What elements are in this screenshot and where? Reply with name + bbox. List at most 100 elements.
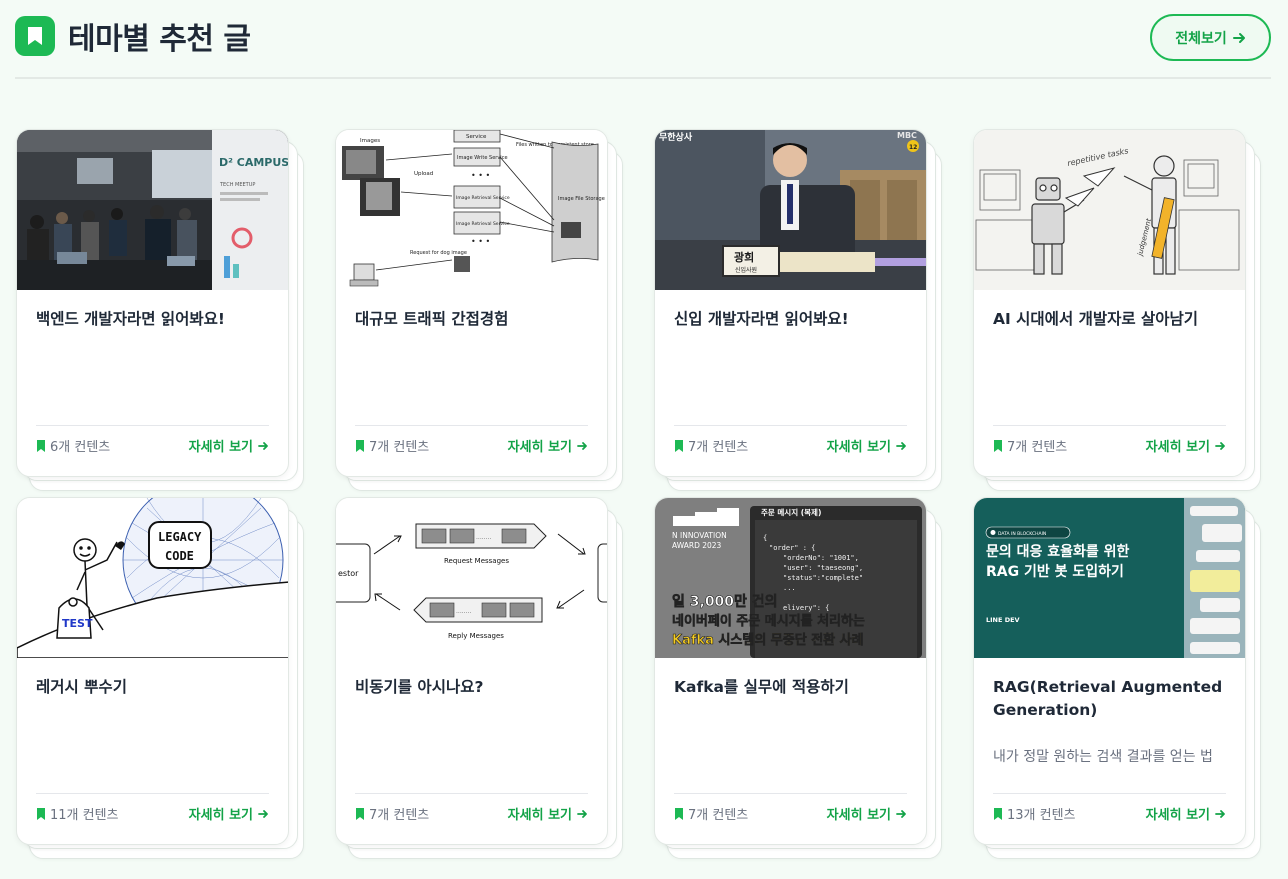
- card-thumbnail: DATA IN BLOCKCHAIN 문의 대응 효율화를 위한 RAG 기반 …: [974, 498, 1245, 658]
- content-count: 7개 컨텐츠: [355, 804, 429, 823]
- thumb-brand: D² CAMPUS: [219, 156, 289, 169]
- section-header: 테마별 추천 글 전체보기: [15, 0, 1271, 79]
- detail-link[interactable]: 자세히 보기: [827, 436, 907, 455]
- content-count-label: 6개 컨텐츠: [50, 440, 111, 455]
- theme-card[interactable]: DATA IN BLOCKCHAIN 문의 대응 효율화를 위한 RAG 기반 …: [973, 497, 1273, 867]
- card-body[interactable]: 주문 메시지 (복제) { "order" : { "orderNo": "10…: [654, 497, 927, 845]
- card-title: 비동기를 아시나요?: [355, 678, 484, 696]
- thumb-name: 광희: [734, 250, 754, 264]
- bookmark-icon: [994, 439, 1002, 452]
- content-count: 7개 컨텐츠: [993, 436, 1067, 455]
- bookmark-icon: [675, 439, 683, 452]
- detail-link[interactable]: 자세히 보기: [508, 804, 588, 823]
- detail-link[interactable]: 자세히 보기: [189, 804, 269, 823]
- arrow-right-icon: [258, 809, 268, 818]
- content-count-label: 7개 컨텐츠: [369, 808, 430, 823]
- card-title: 대규모 트래픽 간접경험: [355, 310, 509, 328]
- card-thumbnail: LEGACY CODE TEST: [17, 498, 288, 658]
- arrow-right-icon: [258, 441, 268, 450]
- theme-card[interactable]: 광희 신입사원 무한상사 MBC 12 신입 개발자라면 읽어봐요! 7개 컨텐…: [654, 129, 954, 499]
- content-count-label: 7개 컨텐츠: [688, 440, 749, 455]
- content-count-label: 11개 컨텐츠: [50, 808, 119, 823]
- thumb-logo: MBC: [897, 131, 917, 140]
- theme-card[interactable]: LEGACY CODE TEST 레거시 뿌수기 11개 컨텐츠 자세히 보기: [16, 497, 316, 867]
- card-body[interactable]: 광희 신입사원 무한상사 MBC 12 신입 개발자라면 읽어봐요! 7개 컨텐…: [654, 129, 927, 477]
- card-footer: 13개 컨텐츠 자세히 보기: [993, 793, 1226, 833]
- thumb-award-1: N INNOVATION: [672, 531, 727, 540]
- content-count: 7개 컨텐츠: [674, 804, 748, 823]
- thumb-code-5: "status":"complete": [783, 574, 863, 582]
- bookmark-icon: [356, 807, 364, 820]
- card-thumbnail: D² CAMPUS TECH MEETUP: [17, 130, 289, 290]
- card-thumbnail: estor ........ Request Messages ........…: [336, 498, 607, 658]
- content-count-label: 7개 컨텐츠: [688, 808, 749, 823]
- card-body[interactable]: repetitive tasks judgement AI 시대에서 개발자로 …: [973, 129, 1246, 477]
- card-title: 레거시 뿌수기: [36, 678, 127, 696]
- detail-link[interactable]: 자세히 보기: [1146, 436, 1226, 455]
- card-footer: 7개 컨텐츠 자세히 보기: [355, 425, 588, 465]
- view-all-button[interactable]: 전체보기: [1150, 14, 1271, 61]
- bookmark-icon: [675, 807, 683, 820]
- detail-link[interactable]: 자세히 보기: [827, 804, 907, 823]
- card-body[interactable]: LEGACY CODE TEST 레거시 뿌수기 11개 컨텐츠 자세히 보기: [16, 497, 289, 845]
- thumb-headline-1: 일 3,000만 건의: [672, 593, 778, 610]
- card-footer: 7개 컨텐츠 자세히 보기: [674, 793, 907, 833]
- thumb-headline-1: 문의 대응 효율화를 위한: [986, 543, 1130, 560]
- card-title: AI 시대에서 개발자로 살아남기: [993, 310, 1199, 328]
- arrow-right-icon: [577, 441, 587, 450]
- card-title: 백엔드 개발자라면 읽어봐요!: [36, 310, 225, 328]
- thumb-rating: 12: [909, 144, 917, 151]
- card-body[interactable]: estor ........ Request Messages ........…: [335, 497, 608, 845]
- detail-link-label: 자세히 보기: [826, 808, 891, 823]
- bookmark-icon: [356, 439, 364, 452]
- card-thumbnail: repetitive tasks judgement: [974, 130, 1245, 290]
- detail-link-label: 자세히 보기: [507, 440, 572, 455]
- view-all-label: 전체보기: [1175, 30, 1227, 47]
- card-body[interactable]: D² CAMPUS TECH MEETUP 백엔드 개발자라면 읽어봐요! 6개…: [16, 129, 289, 477]
- detail-link-label: 자세히 보기: [1145, 440, 1210, 455]
- arrow-right-icon: [896, 809, 906, 818]
- detail-link[interactable]: 자세히 보기: [508, 436, 588, 455]
- thumb-test: TEST: [62, 617, 93, 630]
- detail-link[interactable]: 자세히 보기: [1146, 804, 1226, 823]
- detail-link[interactable]: 자세히 보기: [189, 436, 269, 455]
- card-description: 내가 정말 원하는 검색 결과를 얻는 법: [993, 749, 1213, 765]
- thumb-label-request: Request for dog image: [410, 250, 467, 256]
- svg-text:• • •: • • •: [471, 237, 490, 246]
- card-footer: 11개 컨텐츠 자세히 보기: [36, 793, 269, 833]
- arrow-right-icon: [1215, 441, 1225, 450]
- detail-link-label: 자세히 보기: [188, 440, 253, 455]
- theme-card[interactable]: estor ........ Request Messages ........…: [335, 497, 635, 867]
- detail-link-label: 자세히 보기: [1145, 808, 1210, 823]
- content-count: 7개 컨텐츠: [674, 436, 748, 455]
- content-count-label: 7개 컨텐츠: [1007, 440, 1068, 455]
- card-thumbnail: 주문 메시지 (복제) { "order" : { "orderNo": "10…: [655, 498, 926, 658]
- card-title: Kafka를 실무에 적용하기: [674, 678, 849, 696]
- thumb-label-retrieval1: Image Retrieval Service: [456, 195, 510, 201]
- thumb-code-1: {: [763, 534, 767, 542]
- card-body[interactable]: Images Upload Service Image Write Servic…: [335, 129, 608, 477]
- thumb-code-3: "orderNo": "1001",: [783, 554, 859, 562]
- theme-card[interactable]: 주문 메시지 (복제) { "order" : { "orderNo": "10…: [654, 497, 954, 867]
- detail-link-label: 자세히 보기: [826, 440, 891, 455]
- theme-card[interactable]: repetitive tasks judgement AI 시대에서 개발자로 …: [973, 129, 1273, 499]
- detail-link-label: 자세히 보기: [507, 808, 572, 823]
- card-body[interactable]: DATA IN BLOCKCHAIN 문의 대응 효율화를 위한 RAG 기반 …: [973, 497, 1246, 845]
- theme-card[interactable]: Images Upload Service Image Write Servic…: [335, 129, 635, 499]
- thumb-role: 신입사원: [735, 266, 757, 274]
- bookmark-icon: [37, 807, 45, 820]
- thumb-code-7: elivery": {: [783, 604, 829, 612]
- arrow-right-icon: [1215, 809, 1225, 818]
- thumb-label-storage: Image File Storage: [558, 196, 605, 202]
- thumb-panel: 주문 메시지 (복제): [761, 507, 821, 517]
- svg-text:........: ........: [456, 608, 471, 615]
- thumb-caption: 무한상사: [659, 131, 693, 143]
- card-footer: 6개 컨텐츠 자세히 보기: [36, 425, 269, 465]
- arrow-right-icon: [1232, 32, 1245, 43]
- thumb-headline-2: RAG 기반 봇 도입하기: [986, 563, 1124, 580]
- card-title: 신입 개발자라면 읽어봐요!: [674, 310, 849, 328]
- theme-card[interactable]: D² CAMPUS TECH MEETUP 백엔드 개발자라면 읽어봐요! 6개…: [16, 129, 316, 499]
- thumb-label-upload: Upload: [414, 171, 433, 177]
- card-thumbnail: 광희 신입사원 무한상사 MBC 12: [655, 130, 926, 290]
- thumb-reply: Reply Messages: [448, 632, 504, 640]
